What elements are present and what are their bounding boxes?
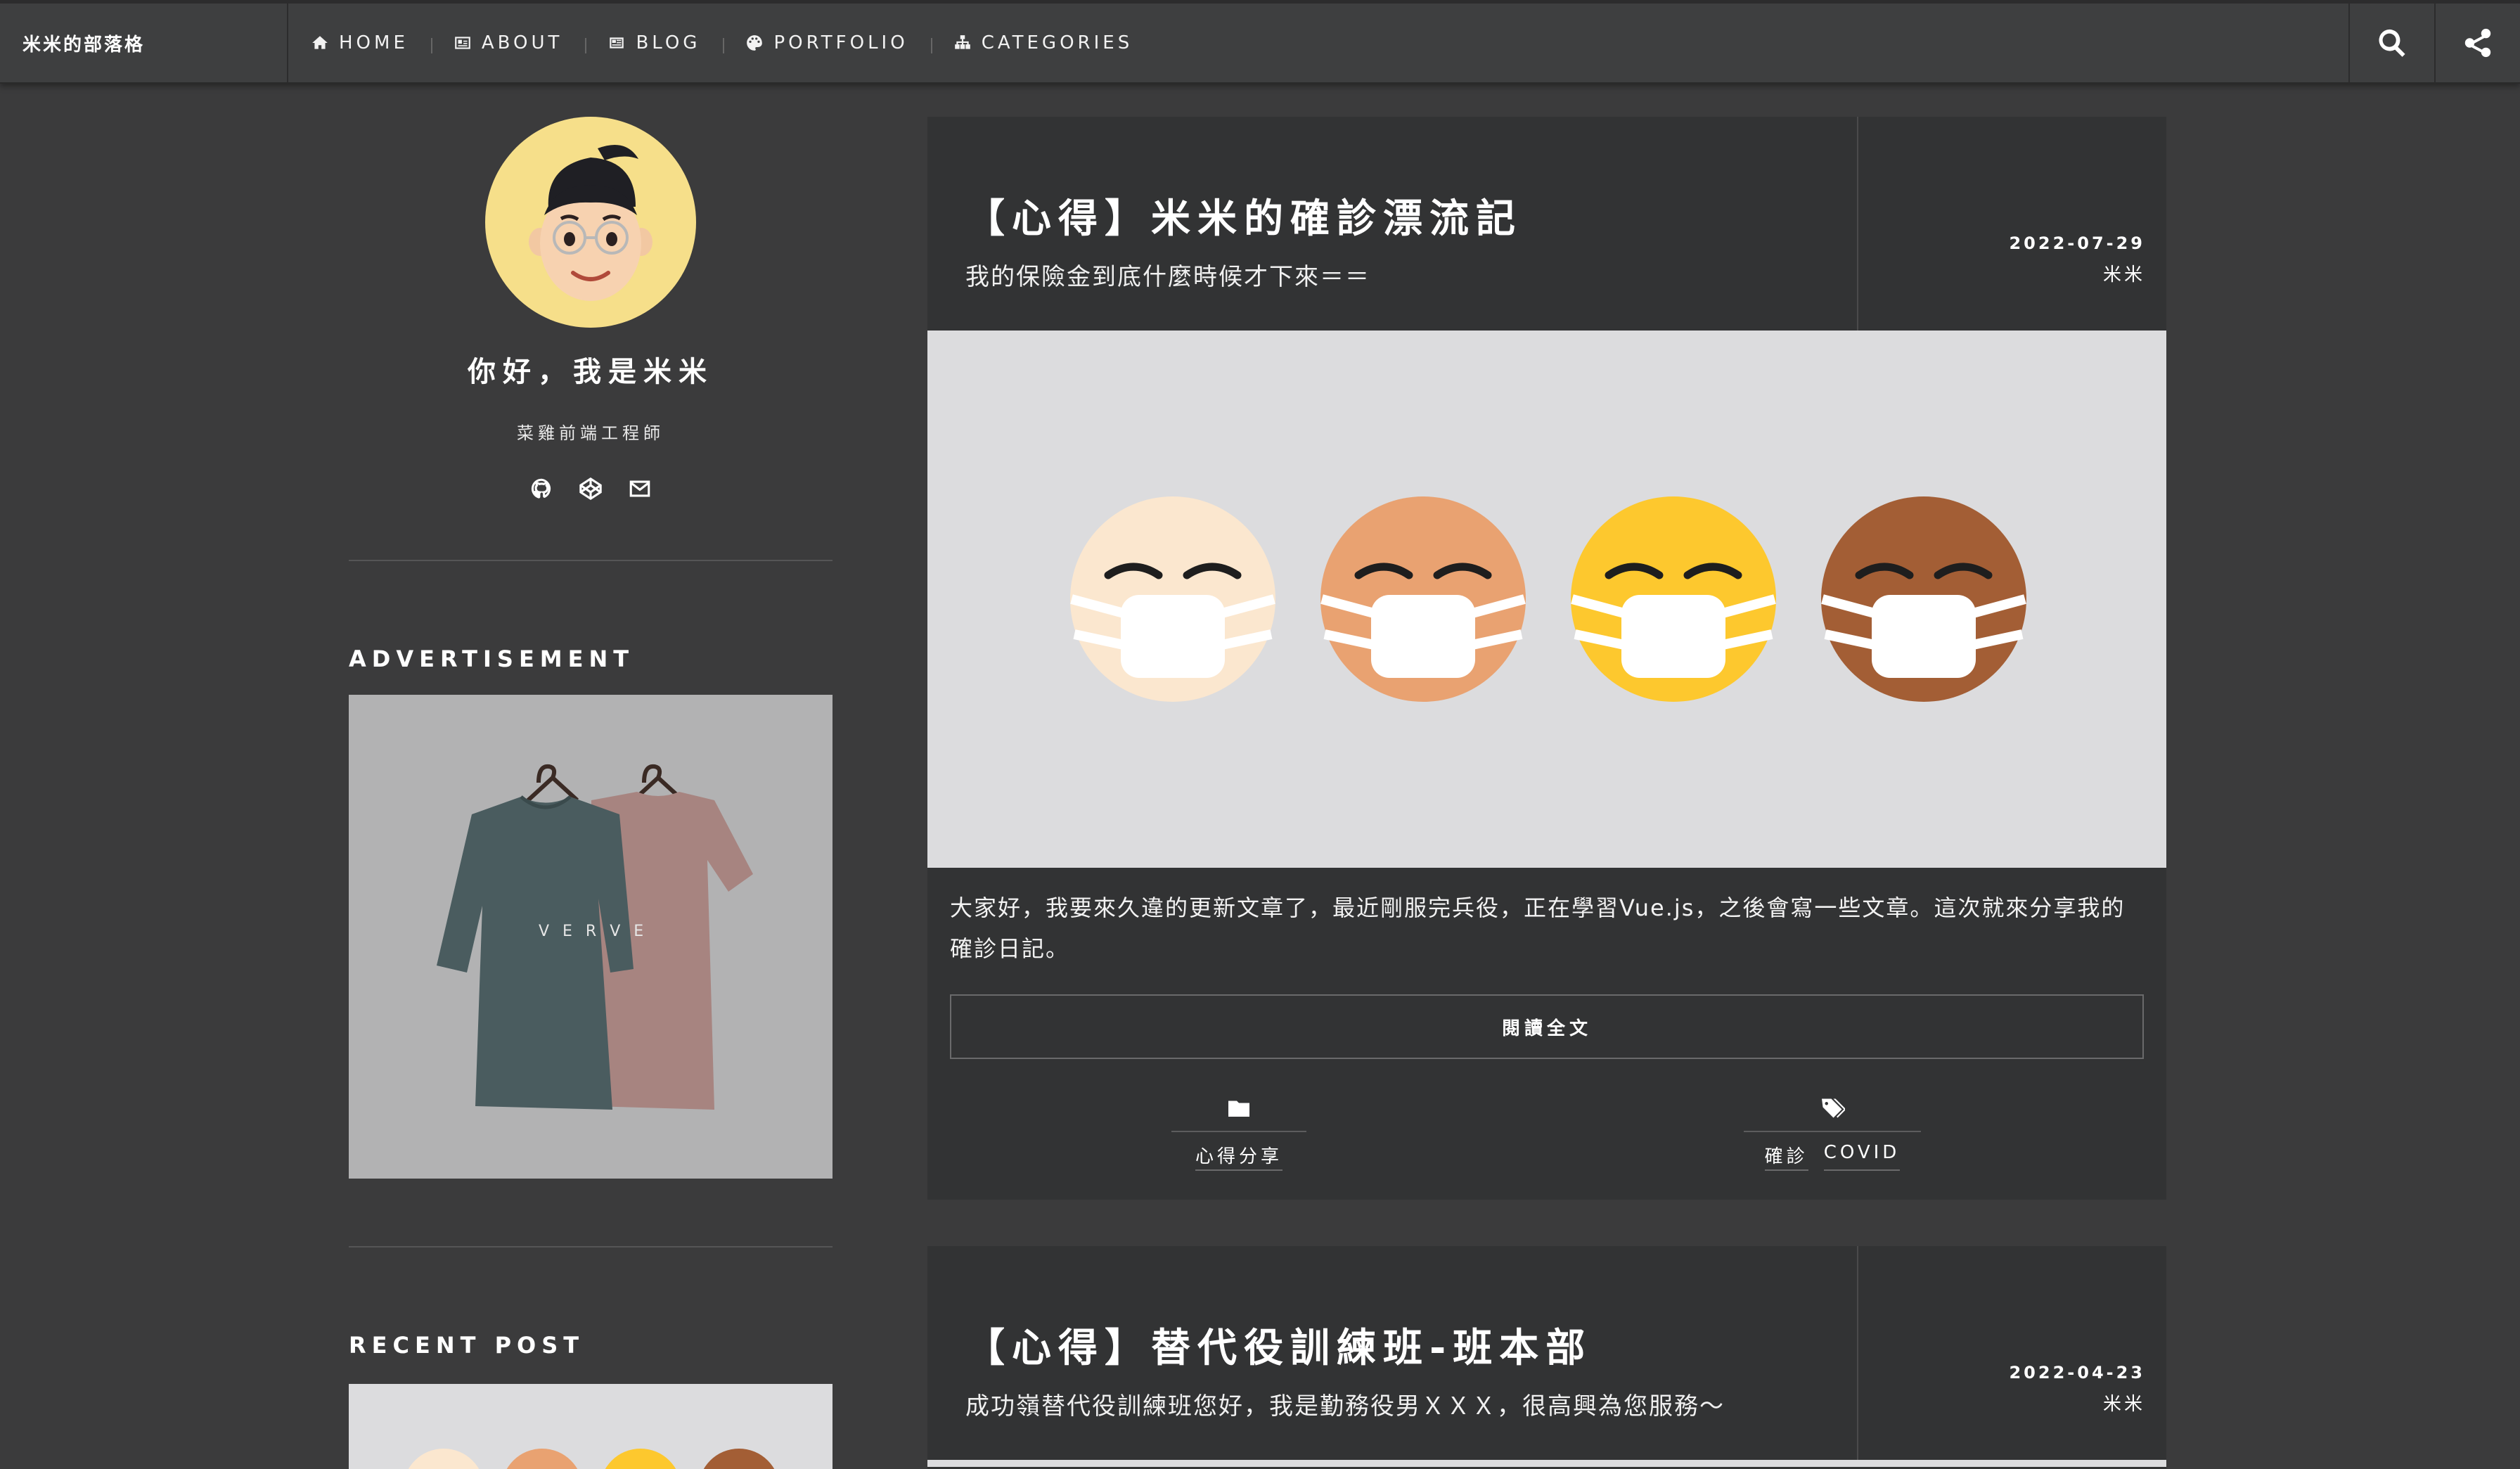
nav-home-label: HOME bbox=[339, 32, 409, 53]
sidebar-divider-2 bbox=[349, 1246, 832, 1247]
nav-portfolio[interactable]: PORTFOLIO bbox=[723, 32, 930, 53]
share-button[interactable] bbox=[2434, 4, 2520, 82]
nav-blog-label: BLOG bbox=[636, 32, 701, 53]
main-nav: HOME ABOUT BLOG PORTFOLIO CATEGORIES bbox=[288, 4, 1155, 82]
category-link[interactable]: 心得分享 bbox=[1195, 1142, 1282, 1171]
profile-name: 你好，我是米米 bbox=[468, 356, 714, 388]
post-header: 【心得】米米的確診漂流記 我的保險金到底什麼時候才下來＝＝ 2022-07-29… bbox=[927, 117, 2166, 331]
nav-home[interactable]: HOME bbox=[288, 32, 431, 53]
advertisement-image[interactable]: V E R V E bbox=[349, 695, 832, 1179]
palette-icon bbox=[747, 35, 763, 51]
post-card: 【心得】替代役訓練班-班本部 成功嶺替代役訓練班您好，我是勤務役男ＸＸＸ，很高興… bbox=[927, 1246, 2166, 1469]
post-author: 米米 bbox=[2102, 1394, 2145, 1415]
tag-link[interactable]: COVID bbox=[1823, 1142, 1901, 1171]
post-title[interactable]: 【心得】米米的確診漂流記 bbox=[965, 187, 1522, 244]
share-icon bbox=[2464, 28, 2491, 58]
github-icon bbox=[531, 478, 551, 499]
sidebar-divider bbox=[349, 560, 832, 561]
post-date: 2022-07-29 bbox=[2009, 233, 2145, 253]
profile-title: 菜雞前端工程師 bbox=[517, 423, 664, 443]
post-author: 米米 bbox=[2102, 264, 2145, 286]
nav-categories[interactable]: CATEGORIES bbox=[930, 32, 1156, 53]
site-brand[interactable]: 米米的部落格 bbox=[0, 4, 288, 82]
search-icon bbox=[2379, 29, 2405, 57]
top-navbar: 米米的部落格 HOME ABOUT BLOG PORTFOLIO CATEGOR… bbox=[0, 0, 2520, 84]
recent-post-thumbnail[interactable] bbox=[349, 1384, 832, 1469]
social-links bbox=[349, 477, 832, 503]
newspaper-icon bbox=[610, 37, 624, 49]
tag-link[interactable]: 確診 bbox=[1764, 1142, 1808, 1171]
nav-categories-label: CATEGORIES bbox=[981, 32, 1133, 53]
tags-icon bbox=[1822, 1098, 1846, 1118]
recent-post-heading: RECENT POST bbox=[349, 1332, 585, 1359]
post-cover-image[interactable] bbox=[927, 331, 2166, 868]
post-cover-image-top bbox=[927, 1460, 2166, 1467]
id-card-icon bbox=[455, 37, 470, 49]
post-tags: 確診 COVID bbox=[1744, 1096, 1921, 1171]
post-subtitle: 我的保險金到底什麼時候才下來＝＝ bbox=[965, 263, 1370, 291]
codepen-link[interactable] bbox=[579, 477, 603, 503]
post-title[interactable]: 【心得】替代役訓練班-班本部 bbox=[965, 1316, 1592, 1373]
codepen-icon bbox=[579, 477, 602, 501]
masked-emoji-face bbox=[1821, 496, 2026, 702]
email-link[interactable] bbox=[628, 477, 652, 503]
post-category: 心得分享 bbox=[1171, 1096, 1306, 1171]
masked-emoji-face bbox=[1571, 496, 1776, 702]
post-subtitle: 成功嶺替代役訓練班您好，我是勤務役男ＸＸＸ，很高興為您服務～ bbox=[965, 1392, 1725, 1420]
envelope-icon bbox=[629, 480, 650, 497]
nav-blog[interactable]: BLOG bbox=[585, 32, 723, 53]
post-header-divider bbox=[1857, 117, 1858, 331]
post-header: 【心得】替代役訓練班-班本部 成功嶺替代役訓練班您好，我是勤務役男ＸＸＸ，很高興… bbox=[927, 1246, 2166, 1460]
folder-icon bbox=[1228, 1101, 1249, 1117]
post-meta: 心得分享 確診 COVID bbox=[927, 1059, 2166, 1200]
masked-emoji-face bbox=[1320, 496, 1526, 702]
masked-emoji-face bbox=[1070, 496, 1275, 702]
nav-about-label: ABOUT bbox=[481, 32, 563, 53]
github-link[interactable] bbox=[529, 477, 553, 503]
read-more-button[interactable]: 閱讀全文 bbox=[950, 994, 2144, 1059]
advertisement-heading: ADVERTISEMENT bbox=[349, 646, 635, 672]
post-card: 【心得】米米的確診漂流記 我的保險金到底什麼時候才下來＝＝ 2022-07-29… bbox=[927, 117, 2166, 1200]
avatar bbox=[485, 117, 696, 328]
home-icon bbox=[312, 36, 328, 49]
nav-about[interactable]: ABOUT bbox=[430, 32, 586, 53]
post-date: 2022-04-23 bbox=[2009, 1363, 2145, 1383]
post-excerpt: 大家好，我要來久違的更新文章了，最近剛服完兵役，正在學習Vue.js，之後會寫一… bbox=[950, 894, 2126, 962]
search-button[interactable] bbox=[2348, 4, 2434, 82]
sitemap-icon bbox=[954, 35, 970, 49]
post-header-divider bbox=[1857, 1246, 1858, 1460]
shirt-print-text: V E R V E bbox=[539, 923, 648, 940]
nav-portfolio-label: PORTFOLIO bbox=[773, 32, 908, 53]
